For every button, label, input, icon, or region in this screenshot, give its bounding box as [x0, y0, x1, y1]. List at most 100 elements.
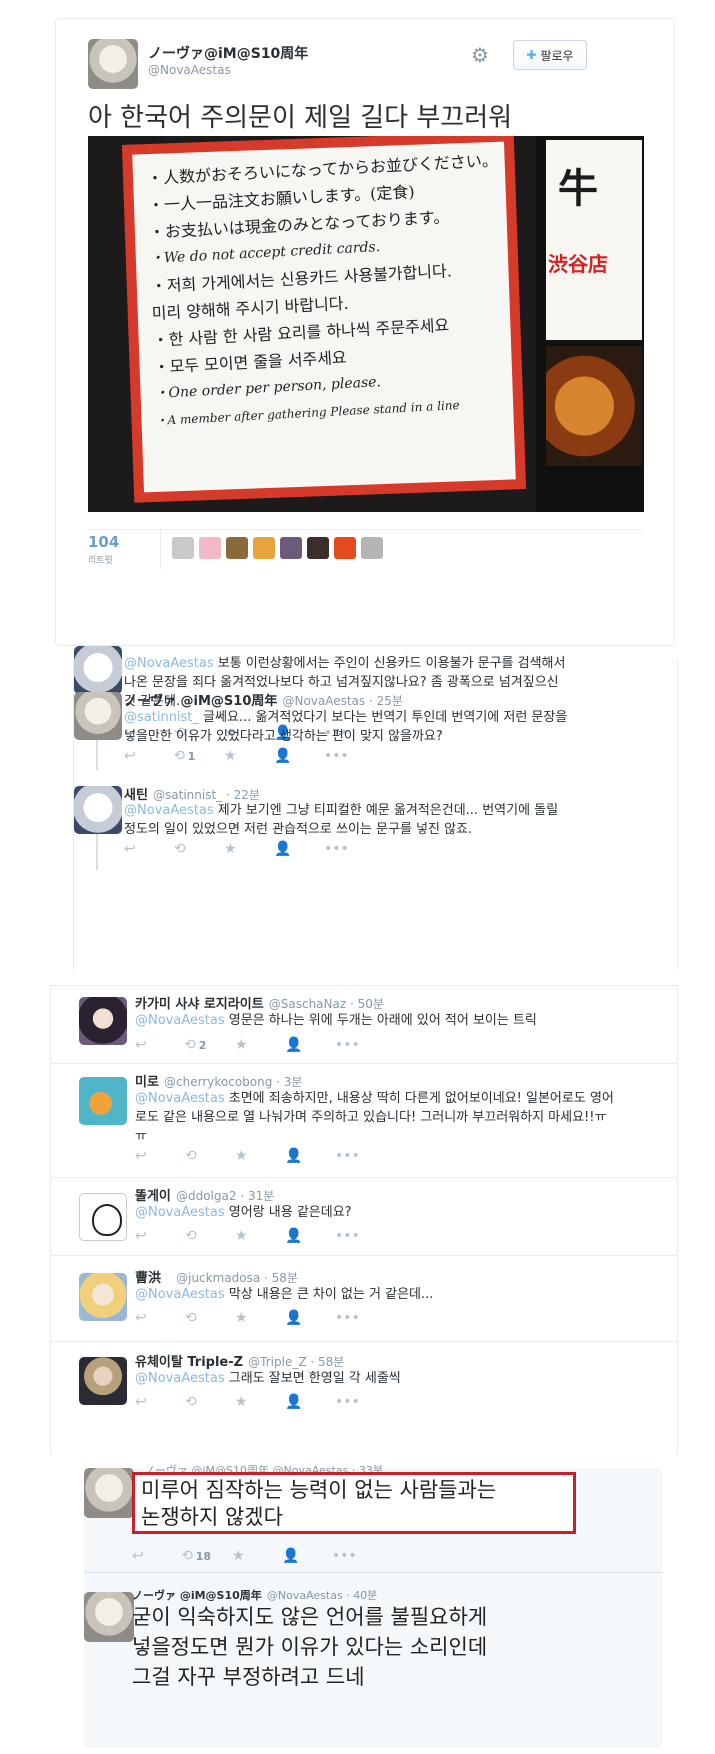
restaurant-poster: 牛 渋谷店	[536, 136, 644, 512]
reply-icon[interactable]: ↩	[135, 1394, 185, 1410]
follow-icon[interactable]: 👤	[285, 1148, 335, 1164]
retweet-icon[interactable]: ⟲	[185, 1148, 235, 1164]
retweeter-avatar[interactable]	[172, 537, 194, 559]
avatar[interactable]	[88, 39, 138, 89]
author-handle[interactable]: @Triple_Z · 58분	[248, 1355, 344, 1369]
tweet-actions: ↩ ⟲ ★ 👤 •••	[135, 1394, 385, 1410]
author-name[interactable]: 유체이탈 Triple-Z	[135, 1355, 243, 1370]
retweet-icon[interactable]: ⟲	[185, 1394, 235, 1410]
follow-icon[interactable]: 👤	[285, 1310, 335, 1326]
more-icon[interactable]: •••	[335, 1394, 385, 1410]
retweet-icon[interactable]: ⟲	[185, 1228, 235, 1244]
mention-link[interactable]: @NovaAestas	[135, 1205, 225, 1220]
tweet-text: 아 한국어 주의문이 제일 길다 부끄러워	[88, 103, 513, 133]
author-name[interactable]: 曹洪	[135, 1271, 161, 1286]
mention-link[interactable]: @satinnist_	[124, 710, 199, 725]
retweet-icon[interactable]: ⟲	[174, 841, 224, 857]
avatar[interactable]	[79, 1077, 127, 1125]
more-icon[interactable]: •••	[324, 841, 374, 857]
favorite-icon[interactable]: ★	[232, 1548, 282, 1564]
avatar[interactable]	[74, 786, 122, 834]
retweeter-avatars	[172, 537, 383, 559]
more-icon[interactable]: •••	[335, 1148, 385, 1164]
avatar[interactable]	[84, 1592, 134, 1642]
reply-icon[interactable]: ↩	[135, 1148, 185, 1164]
follow-button[interactable]: ✚ 팔로우	[513, 40, 587, 70]
favorite-icon[interactable]: ★	[235, 1310, 285, 1326]
tweet-actions: ↩ ⟲ 18 ★ 👤 •••	[132, 1548, 382, 1564]
more-icon[interactable]: •••	[332, 1548, 382, 1564]
replies-list: 카가미 사샤 로지라이트 @SaschaNaz · 50분 @NovaAesta…	[50, 985, 678, 1455]
reply-text: @NovaAestas 영문은 하나는 위에 두개는 아래에 있어 적어 보이는…	[135, 1013, 537, 1028]
favorite-icon[interactable]: ★	[224, 841, 274, 857]
avatar[interactable]	[79, 1357, 127, 1405]
follow-icon[interactable]: 👤	[282, 1548, 332, 1564]
reply-icon[interactable]: ↩	[124, 748, 174, 764]
reply-icon[interactable]: ↩	[135, 1037, 185, 1053]
more-icon[interactable]: •••	[335, 1310, 385, 1326]
author-name[interactable]: ノーヴァ @iM@S10周年	[124, 694, 277, 709]
more-icon[interactable]: •••	[335, 1037, 385, 1053]
retweeter-avatar[interactable]	[361, 537, 383, 559]
author-handle[interactable]: @ddolga2 · 31분	[176, 1189, 274, 1203]
retweeter-avatar[interactable]	[226, 537, 248, 559]
author-name[interactable]: 카가미 사샤 로지라이트	[135, 997, 264, 1012]
retweet-button[interactable]: ⟲ 18	[182, 1548, 232, 1564]
follow-label: 팔로우	[540, 48, 574, 63]
retweeter-avatar[interactable]	[334, 537, 356, 559]
avatar[interactable]	[79, 1273, 127, 1321]
author-handle[interactable]: @juckmadosa · 58분	[176, 1271, 298, 1285]
follow-icon[interactable]: 👤	[285, 1037, 335, 1053]
follow-icon[interactable]: 👤	[274, 748, 324, 764]
author-name[interactable]: 똘게이	[135, 1189, 171, 1204]
mention-link[interactable]: @NovaAestas	[124, 803, 214, 818]
follow-icon[interactable]: 👤	[285, 1394, 335, 1410]
reply-icon[interactable]: ↩	[124, 841, 174, 857]
more-icon[interactable]: •••	[335, 1228, 385, 1244]
reply-icon[interactable]: ↩	[132, 1548, 182, 1564]
mention-link[interactable]: @NovaAestas	[135, 1091, 225, 1106]
retweeter-avatar[interactable]	[307, 537, 329, 559]
avatar[interactable]	[74, 646, 122, 694]
follow-icon[interactable]: 👤	[285, 1228, 335, 1244]
author-handle[interactable]: @NovaAestas	[148, 63, 231, 77]
reply-icon[interactable]: ↩	[135, 1310, 185, 1326]
avatar[interactable]	[74, 692, 122, 740]
avatar[interactable]	[79, 997, 127, 1045]
mention-link[interactable]: @NovaAestas	[135, 1013, 225, 1028]
follow-icon: ✚	[526, 48, 537, 62]
tweet-actions: ↩ ⟲ ★ 👤 •••	[135, 1228, 385, 1244]
conversation-thread: @NovaAestas 보통 이런상황에서는 주인이 신용카드 이용불가 문구를…	[73, 646, 678, 970]
retweet-button[interactable]: ⟲ 1	[174, 748, 224, 764]
retweeter-avatar[interactable]	[253, 537, 275, 559]
author-name[interactable]: ノーヴァ @iM@S10周年	[132, 1589, 262, 1602]
retweet-button[interactable]: ⟲ 2	[185, 1037, 235, 1053]
favorite-icon[interactable]: ★	[235, 1148, 285, 1164]
author-name[interactable]: ノーヴァ@iM@S10周年	[148, 43, 308, 63]
author-name[interactable]: 미로	[135, 1075, 159, 1090]
avatar[interactable]	[84, 1468, 134, 1518]
favorite-icon[interactable]: ★	[235, 1037, 285, 1053]
mention-link[interactable]: @NovaAestas	[135, 1287, 225, 1302]
gear-icon[interactable]: ⚙	[471, 43, 489, 67]
mention-link[interactable]: @NovaAestas	[135, 1371, 225, 1386]
retweeter-avatar[interactable]	[199, 537, 221, 559]
author-handle[interactable]: @NovaAestas · 40분	[267, 1589, 377, 1602]
follow-icon[interactable]: 👤	[274, 841, 324, 857]
author-handle[interactable]: @cherrykocobong · 3분	[164, 1075, 302, 1089]
retweeter-avatar[interactable]	[280, 537, 302, 559]
mention-link[interactable]: @NovaAestas	[124, 656, 214, 671]
author-handle[interactable]: @SaschaNaz · 50분	[269, 997, 384, 1011]
more-icon[interactable]: •••	[324, 748, 374, 764]
retweet-icon[interactable]: ⟲	[185, 1310, 235, 1326]
favorite-icon[interactable]: ★	[224, 748, 274, 764]
reply-icon[interactable]: ↩	[135, 1228, 185, 1244]
favorite-icon[interactable]: ★	[235, 1394, 285, 1410]
tweet-photo[interactable]: ・人数がおそろいになってからお並びください。 ・一人一品注文お願いします。(定食…	[88, 136, 644, 512]
author-handle[interactable]: @satinnist_ · 22분	[153, 788, 260, 802]
favorite-icon[interactable]: ★	[235, 1228, 285, 1244]
retweet-icon: ⟲	[174, 748, 186, 764]
avatar[interactable]	[79, 1193, 127, 1241]
author-handle[interactable]: @NovaAestas · 25분	[282, 694, 402, 708]
retweet-count[interactable]: 104	[88, 533, 119, 551]
